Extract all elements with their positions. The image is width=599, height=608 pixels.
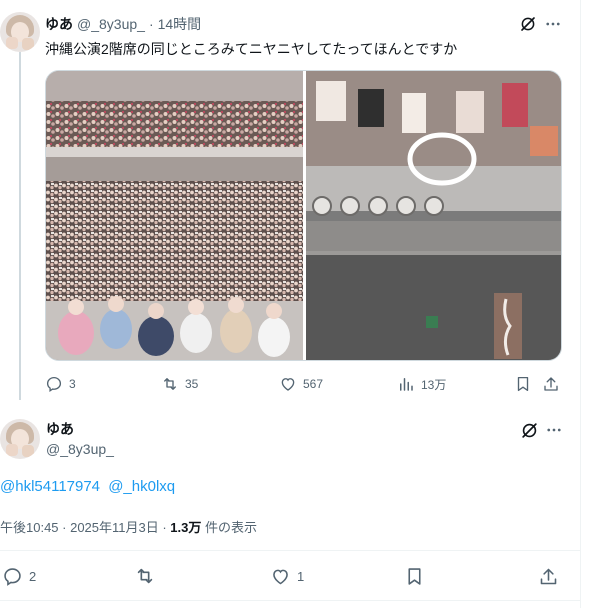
divider [0,600,580,601]
reply-view-label: 件の表示 [201,520,257,535]
media-photo-balcony[interactable] [306,71,561,360]
bookmark-icon [517,376,529,392]
display-name[interactable]: ゆあ [45,14,73,34]
bookmark-button[interactable] [404,564,431,588]
retweet-button[interactable] [134,564,162,588]
like-icon [273,569,288,584]
like-count: 1 [297,568,305,584]
share-button[interactable] [542,373,566,395]
mention-link[interactable]: @_hk0lxq [108,478,175,495]
reply-display-name[interactable]: ゆあ [46,419,74,439]
retweet-icon [137,568,153,584]
more-icon[interactable] [543,14,563,34]
tweet-text: 沖縄公演2階席の同じところみてニヤニヤしてたってほんとですか [45,41,458,57]
grok-icon[interactable] [518,419,540,441]
reply-icon [46,376,62,393]
like-count: 567 [303,377,324,391]
tweet[interactable]: ゆあ @_8y3up_ · 14時間 沖縄公演2階席の同じところみてニヤニヤして… [0,0,580,410]
grok-icon[interactable] [518,14,538,34]
retweet-icon [164,378,176,390]
reply-timestamp[interactable]: 午後10:45 · 2025年11月3日 · [0,520,170,535]
reply-actions: 2 1 [0,564,580,588]
more-icon[interactable] [543,419,565,441]
divider [0,550,580,551]
retweet-count: 35 [185,377,199,391]
avatar[interactable] [0,12,40,52]
views-icon [400,378,413,391]
mention-link[interactable]: @hkl54117974 [0,478,100,495]
reply-user-handle[interactable]: @_8y3up_ [46,441,114,457]
like-button[interactable]: 1 [270,564,304,588]
reply-button[interactable]: 3 [45,373,76,395]
timestamp[interactable]: 14時間 [158,14,202,34]
share-icon [544,377,558,391]
like-icon [281,378,295,391]
user-handle[interactable]: @_8y3up_ [77,16,145,32]
bookmark-button[interactable] [514,373,538,395]
bookmark-icon [408,567,421,585]
media-photo-audience[interactable] [46,71,303,360]
share-icon [540,568,557,584]
views-button[interactable]: 13万 [397,373,446,395]
thread-connector-line [19,52,21,400]
reply-button[interactable]: 2 [2,564,36,588]
header-separator: · [148,16,154,32]
reply-view-count: 1.3万 [170,520,202,535]
tweet-header: ゆあ @_8y3up_ · 14時間 [45,14,201,34]
reply-mentions: @hkl54117974 @_hk0lxq [0,478,179,495]
timeline-right-border [580,0,581,608]
media-grid [45,70,562,361]
reply-icon [4,567,21,586]
like-button[interactable]: 567 [279,373,323,395]
reply-count: 2 [29,568,37,584]
reply-avatar[interactable] [0,419,40,459]
retweet-button[interactable]: 35 [161,373,198,395]
share-button[interactable] [538,564,565,588]
reply-count: 3 [69,377,76,391]
reply-meta: 午後10:45 · 2025年11月3日 · 1.3万 件の表示 [0,517,257,536]
view-count: 13万 [421,377,447,392]
tweet-actions: 3 35 567 13万 [45,373,565,395]
